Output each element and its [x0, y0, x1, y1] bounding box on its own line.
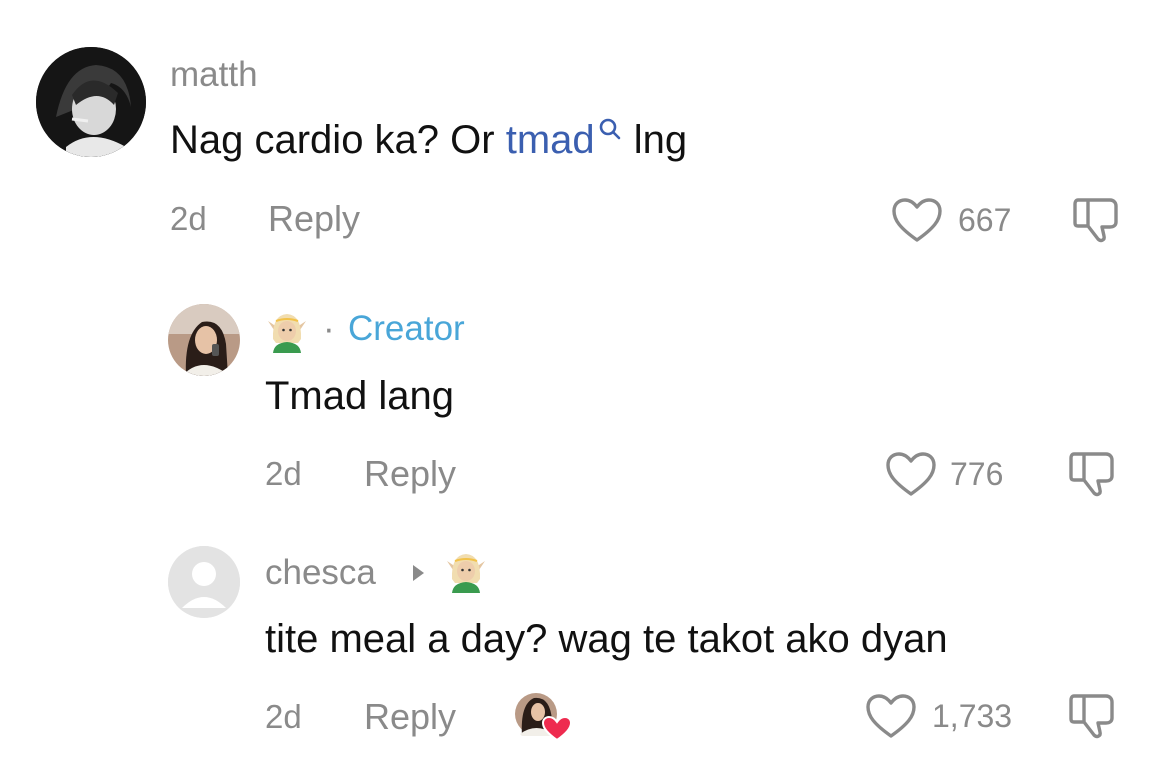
- comment-time: 2d: [265, 698, 302, 735]
- avatar[interactable]: [168, 546, 240, 618]
- like-count: 776: [950, 456, 1004, 492]
- comment-text: tite meal a day? wag te takot ako dyan: [265, 617, 948, 661]
- heart-outline-icon: [890, 196, 944, 244]
- thumbs-down-icon[interactable]: [1066, 690, 1118, 742]
- username[interactable]: matth: [170, 55, 258, 95]
- search-icon: [597, 116, 623, 142]
- creator-liked-heart-icon: [514, 690, 572, 742]
- reply-button[interactable]: Reply: [364, 696, 456, 738]
- elf-emoji[interactable]: [264, 309, 310, 353]
- comment-text-after: lng: [622, 118, 688, 162]
- comment-text: Nag cardio ka? Or tmad lng: [170, 118, 687, 163]
- avatar[interactable]: [36, 47, 146, 157]
- thumbs-down-icon[interactable]: [1066, 448, 1118, 500]
- comment-time: 2d: [265, 455, 302, 492]
- search-link-label: tmad: [505, 118, 595, 162]
- creator-badge: Creator: [348, 309, 465, 348]
- comment-time: 2d: [170, 200, 207, 237]
- caret-right-icon: [410, 563, 426, 583]
- thumbs-down-icon[interactable]: [1070, 194, 1122, 246]
- username[interactable]: chesca: [265, 553, 376, 593]
- reply-button[interactable]: Reply: [268, 198, 360, 240]
- search-link[interactable]: tmad: [506, 118, 623, 162]
- elf-emoji[interactable]: [443, 549, 489, 593]
- avatar[interactable]: [168, 304, 240, 376]
- comment-text: Tmad lang: [265, 374, 454, 418]
- reply-button[interactable]: Reply: [364, 453, 456, 495]
- separator-dot: ·: [323, 309, 335, 348]
- heart-outline-icon: [884, 450, 938, 498]
- like-count: 1,733: [932, 698, 1013, 734]
- comment-text-before: Nag cardio ka? Or: [170, 118, 506, 162]
- like-count: 667: [958, 202, 1012, 238]
- heart-outline-icon: [864, 692, 918, 740]
